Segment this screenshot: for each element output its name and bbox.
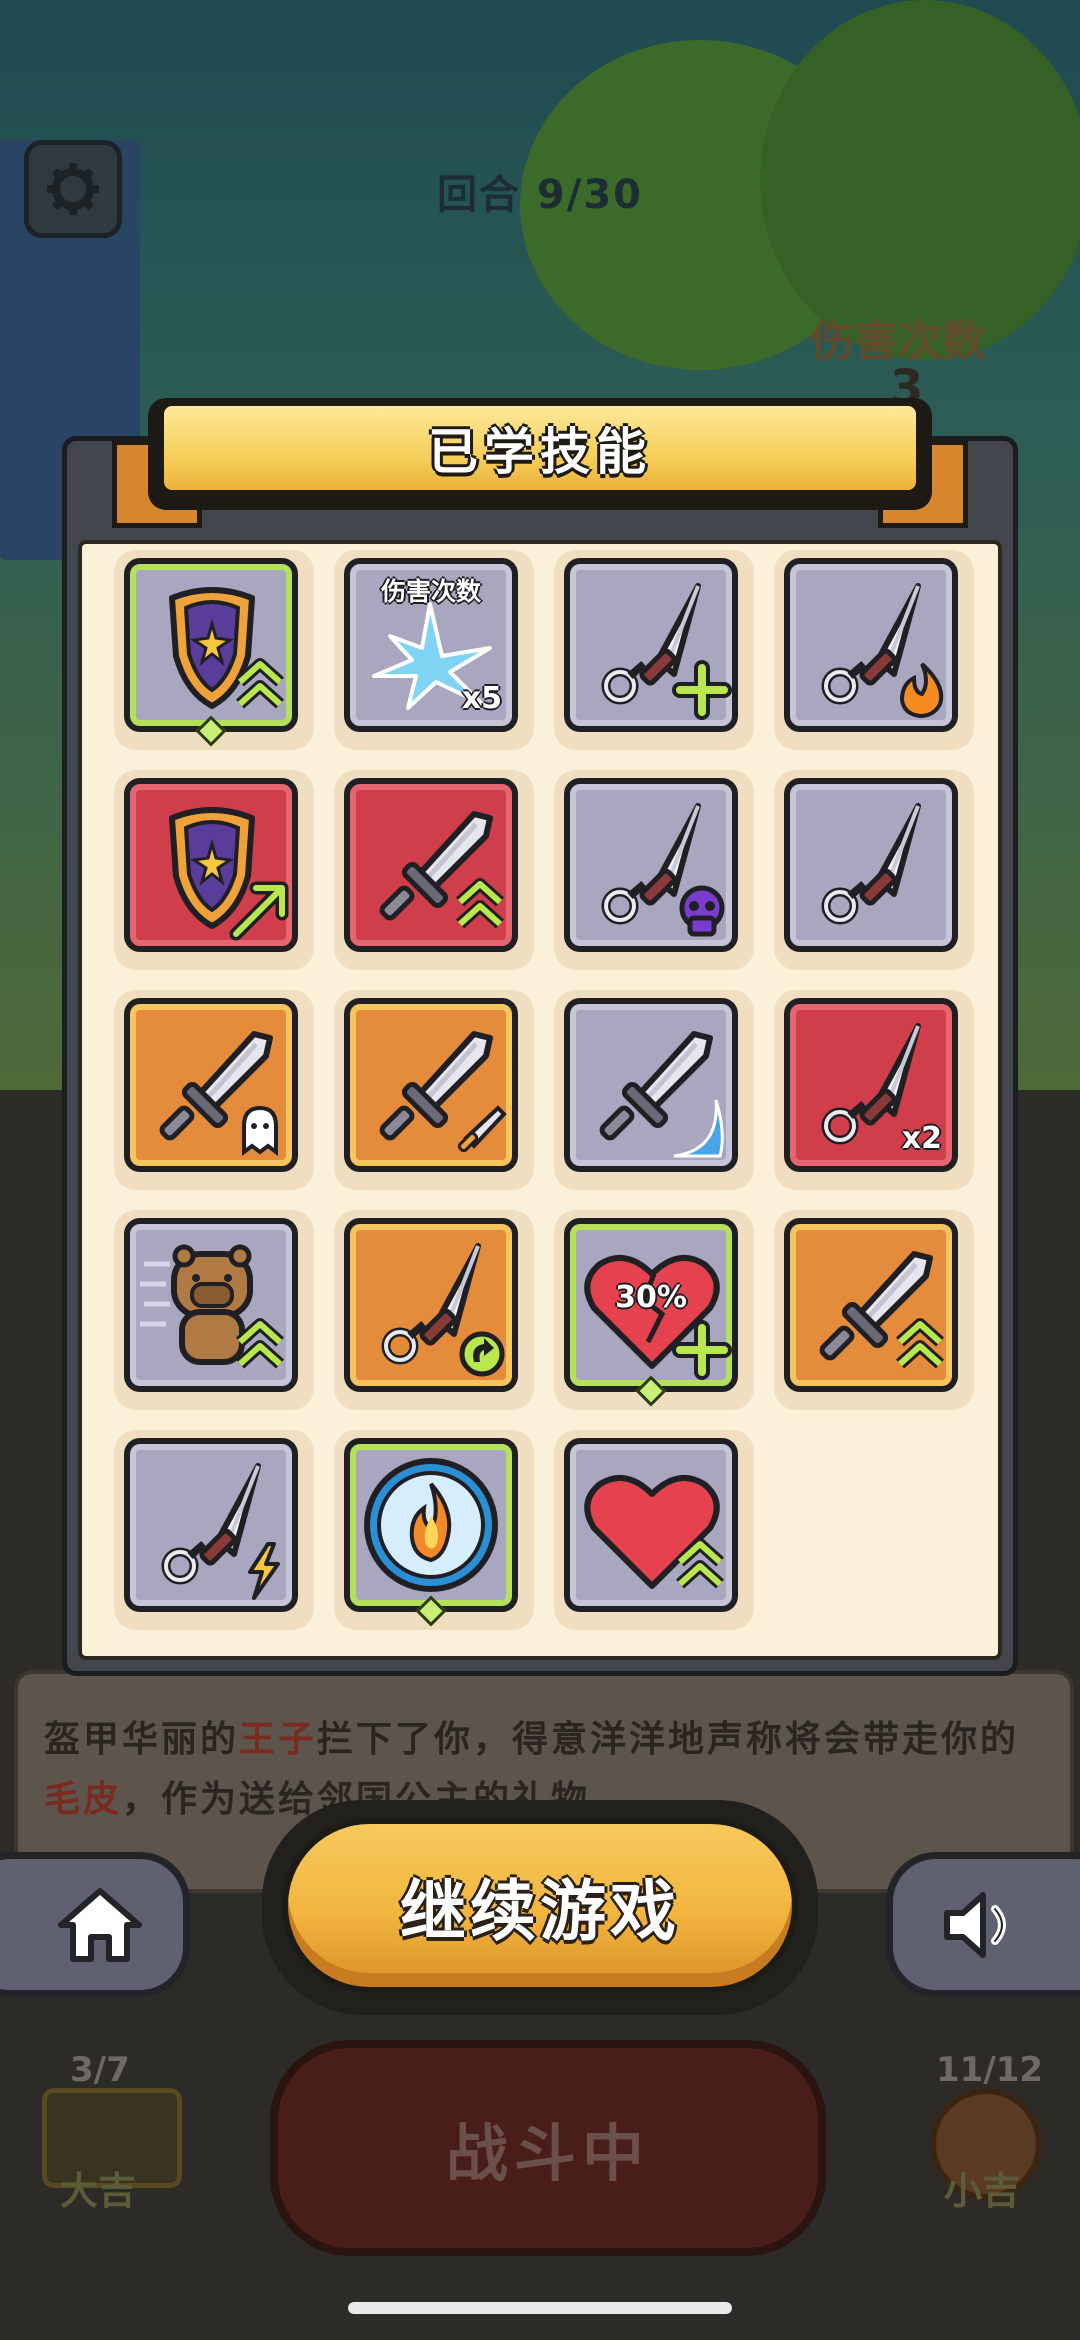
skill-slot[interactable]	[114, 1430, 314, 1630]
story-highlight: 毛皮	[44, 1779, 123, 1820]
sword-icon	[819, 1251, 945, 1369]
skill-slot[interactable]	[334, 1430, 534, 1630]
skill-card-sword-crit[interactable]	[784, 1218, 958, 1392]
skill-slot[interactable]: 伤害次数 x5	[334, 550, 534, 750]
skill-label: 伤害次数	[380, 577, 481, 606]
luck-indicator-right[interactable]: 11/12 小吉	[880, 2050, 1080, 2220]
luck-indicator-left[interactable]: 3/7 大吉	[28, 2050, 208, 2220]
sword-icon	[379, 811, 505, 929]
skill-card-kunai-basic[interactable]	[784, 778, 958, 952]
skill-card-capybara-speed[interactable]	[124, 1218, 298, 1392]
heart-icon	[584, 1474, 725, 1589]
ghost-icon	[242, 1105, 278, 1156]
skill-slot[interactable]	[774, 770, 974, 970]
skill-slot[interactable]	[114, 550, 314, 750]
skill-card-kunai-x2[interactable]: x2	[784, 998, 958, 1172]
sound-button[interactable]	[886, 1852, 1080, 1997]
home-button[interactable]	[0, 1852, 190, 1997]
skill-slot[interactable]	[334, 990, 534, 1190]
skill-card-sword-ghost[interactable]	[124, 998, 298, 1172]
kunai-icon	[821, 583, 944, 719]
story-part: 盔甲华丽的	[44, 1719, 240, 1760]
kunai-icon	[601, 583, 732, 720]
skull-icon	[679, 885, 725, 937]
kunai-icon	[381, 1243, 505, 1377]
lightning-icon	[248, 1542, 280, 1600]
skill-slot[interactable]	[554, 550, 754, 750]
flame-icon	[899, 662, 944, 719]
skill-card-kunai-return[interactable]	[344, 1218, 518, 1392]
double-chevron-up-icon	[895, 1318, 945, 1369]
skill-card-heal-30[interactable]: 30%	[564, 1218, 738, 1392]
skill-slot[interactable]	[554, 990, 754, 1190]
shield-icon	[169, 807, 289, 941]
skill-card-fire-orb[interactable]	[344, 1438, 518, 1612]
skill-slot[interactable]	[774, 1210, 974, 1410]
skill-slot[interactable]	[554, 770, 754, 970]
battle-status-button: 战斗中	[270, 2040, 826, 2256]
skill-card-kunai-poison[interactable]	[564, 778, 738, 952]
skill-slot[interactable]	[554, 1430, 754, 1630]
fire-orb-icon	[364, 1458, 498, 1592]
kunai-icon	[821, 803, 921, 925]
skill-multiplier: x2	[901, 1121, 942, 1156]
double-chevron-up-icon	[675, 1538, 725, 1589]
luck-counter: 3/7	[70, 2050, 130, 2090]
skill-slot[interactable]	[334, 770, 534, 970]
continue-label: 继续游戏	[400, 1872, 680, 1950]
skill-card-kunai-lightning[interactable]	[124, 1438, 298, 1612]
double-chevron-up-icon	[455, 878, 505, 929]
skill-multiplier: x5	[461, 681, 502, 716]
kunai-icon	[161, 1463, 280, 1600]
sword-icon	[159, 1031, 278, 1156]
skill-slot[interactable]	[774, 550, 974, 750]
skill-slot[interactable]: x2	[774, 990, 974, 1190]
skill-card-heart-regen[interactable]	[564, 1438, 738, 1612]
modal-title: 已学技能	[428, 423, 652, 481]
skill-slot[interactable]	[114, 1210, 314, 1410]
skill-card-shield-upgrade[interactable]	[124, 558, 298, 732]
skill-card-sword-wave[interactable]	[564, 998, 738, 1172]
skill-card-kunai-fire[interactable]	[784, 558, 958, 732]
modal-title-banner: 已学技能	[158, 400, 922, 496]
luck-counter: 11/12	[936, 2050, 1044, 2090]
mini-sword-icon	[457, 1105, 507, 1153]
skill-card-sword-upgrade[interactable]	[344, 778, 518, 952]
sword-icon	[379, 1031, 507, 1153]
skill-card-kunai-plus[interactable]	[564, 558, 738, 732]
story-part: 拦下了你，得意洋洋地声称将会带走你的	[317, 1719, 1020, 1760]
luck-label: 大吉	[60, 2169, 137, 2213]
round-counter: 回合 9/30	[436, 172, 644, 218]
double-chevron-up-icon	[235, 1318, 285, 1369]
sword-icon	[599, 1031, 724, 1158]
kunai-icon	[601, 803, 725, 937]
continue-button[interactable]: 继续游戏	[282, 1818, 798, 1993]
skill-card-sword-split[interactable]	[344, 998, 518, 1172]
home-icon	[58, 1887, 142, 1962]
luck-label: 小吉	[944, 2169, 1021, 2213]
skill-card-shield-boost[interactable]	[124, 778, 298, 952]
skill-percent: 30%	[615, 1280, 687, 1315]
wave-icon	[673, 1099, 724, 1158]
skill-slot[interactable]	[114, 990, 314, 1190]
home-indicator[interactable]	[348, 2302, 732, 2314]
skill-slot[interactable]: 30%	[554, 1210, 754, 1410]
plus-icon	[672, 660, 732, 720]
capybara-icon	[140, 1244, 285, 1369]
shield-icon	[169, 587, 285, 709]
skill-slot[interactable]	[114, 770, 314, 970]
speaker-icon	[944, 1891, 1006, 1958]
continue-button-frame[interactable]: 继续游戏	[262, 1800, 818, 2015]
skill-card-damage-count-x5[interactable]: 伤害次数 x5	[344, 558, 518, 732]
skill-slot[interactable]	[334, 1210, 534, 1410]
story-highlight: 王子	[239, 1719, 318, 1760]
double-chevron-up-icon	[235, 658, 285, 709]
return-icon	[459, 1331, 505, 1377]
battle-status-label: 战斗中	[445, 2117, 650, 2190]
